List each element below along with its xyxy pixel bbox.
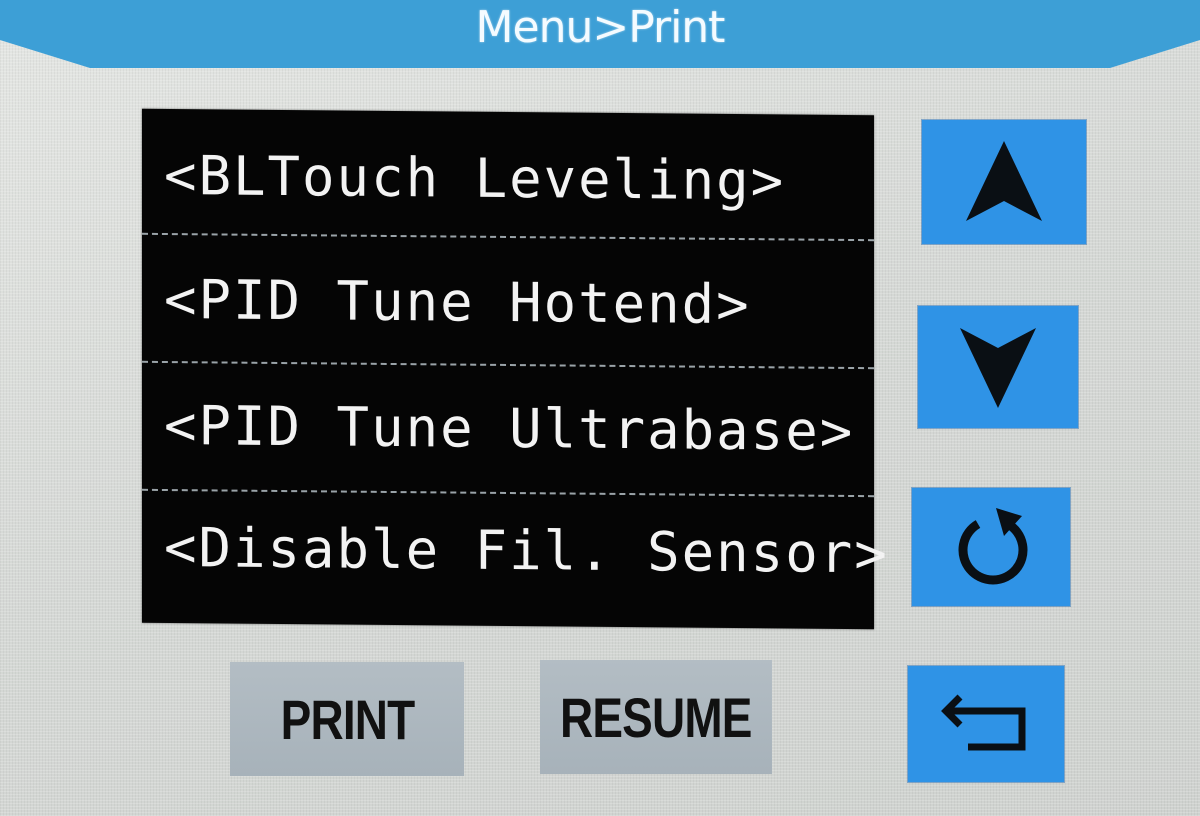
title-bar: Menu>Print [0,0,1200,70]
resume-button-label: RESUME [560,685,752,749]
menu-item-label: <BLTouch Leveling> [164,143,786,213]
arrow-down-icon [960,328,1036,408]
return-icon [941,694,1026,751]
scroll-down-button[interactable] [918,306,1078,428]
menu-item-label: <Disable Fil. Sensor> [164,515,889,586]
arrow-up-icon [966,141,1042,221]
refresh-button[interactable] [912,488,1070,606]
page-title: Menu>Print [475,2,726,53]
menu-list: <BLTouch Leveling> <PID Tune Hotend> <PI… [142,108,889,630]
back-button[interactable] [908,666,1064,782]
scroll-up-button[interactable] [922,120,1086,244]
menu-item-disable-fil-sensor[interactable]: <Disable Fil. Sensor> [142,493,889,625]
menu-item-pid-tune-ultrabase[interactable]: <PID Tune Ultrabase> [142,364,874,498]
menu-item-bltouch-leveling[interactable]: <BLTouch Leveling> [142,108,874,242]
resume-button[interactable]: RESUME [540,660,772,774]
menu-item-label: <PID Tune Ultrabase> [164,393,855,464]
print-button[interactable]: PRINT [230,662,464,776]
menu-item-label: <PID Tune Hotend> [164,267,751,337]
menu-item-pid-tune-hotend[interactable]: <PID Tune Hotend> [142,236,874,370]
print-button-label: PRINT [280,687,414,751]
refresh-icon [958,508,1028,585]
